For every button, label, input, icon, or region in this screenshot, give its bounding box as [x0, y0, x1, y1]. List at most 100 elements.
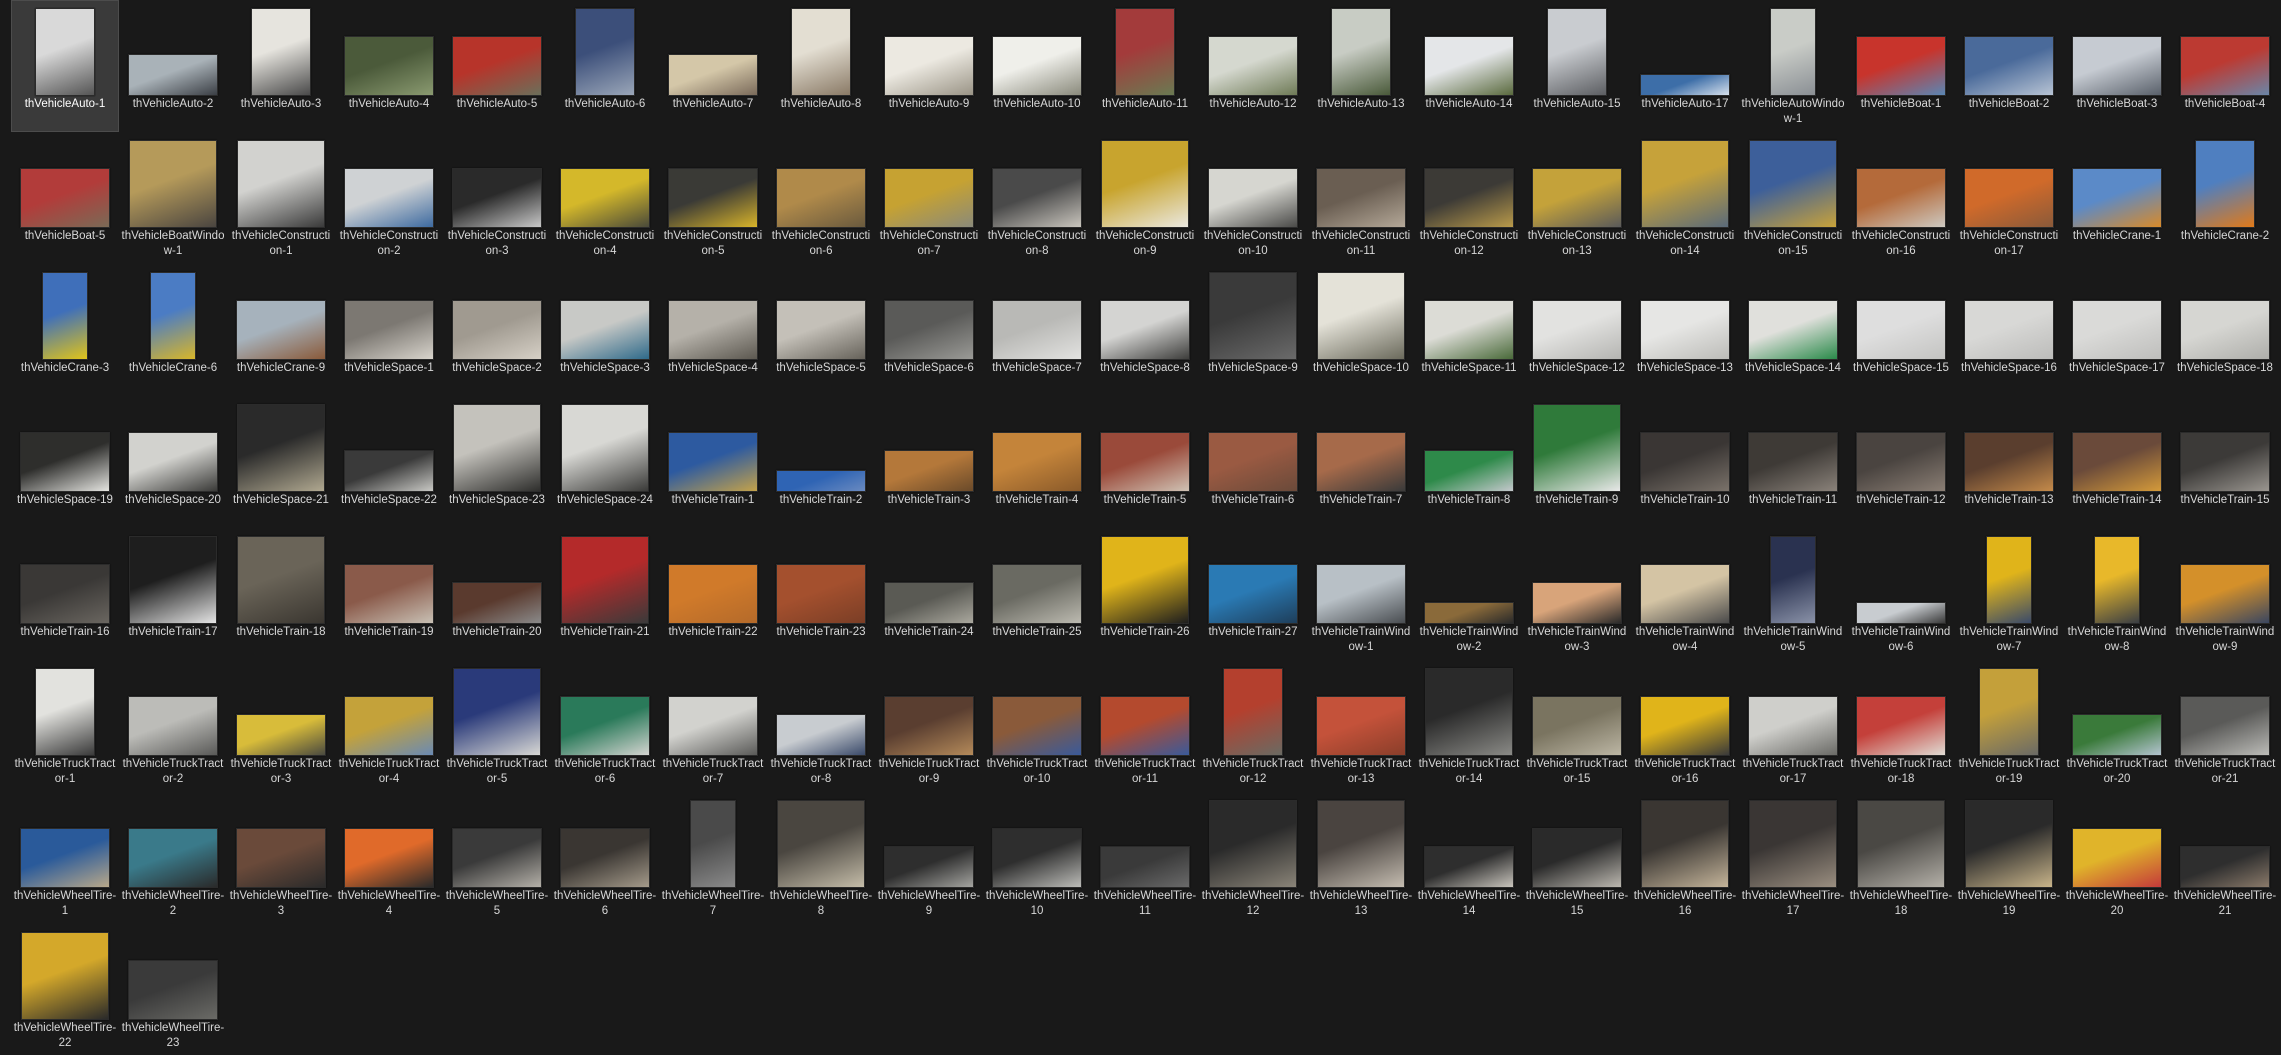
file-item[interactable]: thVehicleTrain-20: [443, 528, 551, 660]
file-item[interactable]: thVehicleAuto-17: [1631, 0, 1739, 132]
file-item[interactable]: thVehicleSpace-15: [1847, 264, 1955, 396]
file-item[interactable]: thVehicleTruckTractor-2: [119, 660, 227, 792]
file-item[interactable]: thVehicleTrain-12: [1847, 396, 1955, 528]
file-item[interactable]: thVehicleTrain-1: [659, 396, 767, 528]
file-item[interactable]: thVehicleAuto-10: [983, 0, 1091, 132]
file-item[interactable]: thVehicleTrain-10: [1631, 396, 1739, 528]
file-item[interactable]: thVehicleTrain-2: [767, 396, 875, 528]
file-item[interactable]: thVehicleSpace-3: [551, 264, 659, 396]
file-item[interactable]: thVehicleTrainWindow-8: [2063, 528, 2171, 660]
file-item[interactable]: thVehicleConstruction-13: [1523, 132, 1631, 264]
file-item[interactable]: thVehicleConstruction-1: [227, 132, 335, 264]
file-item[interactable]: thVehicleWheelTire-9: [875, 792, 983, 924]
file-item[interactable]: thVehicleTruckTractor-6: [551, 660, 659, 792]
file-item[interactable]: thVehicleSpace-22: [335, 396, 443, 528]
file-item[interactable]: thVehicleTrain-15: [2171, 396, 2279, 528]
file-item[interactable]: thVehicleTrain-25: [983, 528, 1091, 660]
file-item[interactable]: thVehicleBoat-3: [2063, 0, 2171, 132]
file-item[interactable]: thVehicleAuto-8: [767, 0, 875, 132]
file-item[interactable]: thVehicleWheelTire-19: [1955, 792, 2063, 924]
file-item[interactable]: thVehicleTrain-16: [11, 528, 119, 660]
file-item[interactable]: thVehicleTrainWindow-3: [1523, 528, 1631, 660]
file-item[interactable]: thVehicleTruckTractor-5: [443, 660, 551, 792]
file-item[interactable]: thVehicleConstruction-2: [335, 132, 443, 264]
file-item[interactable]: thVehicleWheelTire-3: [227, 792, 335, 924]
file-item[interactable]: thVehicleTruckTractor-19: [1955, 660, 2063, 792]
file-item[interactable]: thVehicleConstruction-6: [767, 132, 875, 264]
file-item[interactable]: thVehicleSpace-21: [227, 396, 335, 528]
file-item[interactable]: thVehicleBoat-4: [2171, 0, 2279, 132]
file-item[interactable]: thVehicleConstruction-14: [1631, 132, 1739, 264]
file-item[interactable]: thVehicleTruckTractor-20: [2063, 660, 2171, 792]
file-item[interactable]: thVehicleSpace-6: [875, 264, 983, 396]
file-item[interactable]: thVehicleBoat-1: [1847, 0, 1955, 132]
file-item[interactable]: thVehicleTruckTractor-8: [767, 660, 875, 792]
file-item[interactable]: thVehicleAuto-14: [1415, 0, 1523, 132]
file-item[interactable]: thVehicleTruckTractor-15: [1523, 660, 1631, 792]
file-item[interactable]: thVehicleConstruction-11: [1307, 132, 1415, 264]
file-item[interactable]: thVehicleAuto-12: [1199, 0, 1307, 132]
file-item[interactable]: thVehicleWheelTire-7: [659, 792, 767, 924]
file-item[interactable]: thVehicleTrain-19: [335, 528, 443, 660]
file-item[interactable]: thVehicleAuto-2: [119, 0, 227, 132]
file-item[interactable]: thVehicleAuto-4: [335, 0, 443, 132]
file-item[interactable]: thVehicleWheelTire-11: [1091, 792, 1199, 924]
file-item[interactable]: thVehicleTrain-11: [1739, 396, 1847, 528]
file-item[interactable]: thVehicleTrainWindow-4: [1631, 528, 1739, 660]
file-item[interactable]: thVehicleTrain-27: [1199, 528, 1307, 660]
file-item[interactable]: thVehicleTrain-17: [119, 528, 227, 660]
file-item[interactable]: thVehicleWheelTire-17: [1739, 792, 1847, 924]
file-item[interactable]: thVehicleSpace-14: [1739, 264, 1847, 396]
file-item[interactable]: thVehicleWheelTire-14: [1415, 792, 1523, 924]
file-item[interactable]: thVehicleTrainWindow-7: [1955, 528, 2063, 660]
file-item[interactable]: thVehicleSpace-23: [443, 396, 551, 528]
file-item[interactable]: thVehicleWheelTire-13: [1307, 792, 1415, 924]
file-item[interactable]: thVehicleSpace-7: [983, 264, 1091, 396]
file-item[interactable]: thVehicleWheelTire-18: [1847, 792, 1955, 924]
file-item[interactable]: thVehicleTrain-21: [551, 528, 659, 660]
file-item[interactable]: thVehicleTruckTractor-9: [875, 660, 983, 792]
file-item[interactable]: thVehicleTrain-18: [227, 528, 335, 660]
file-item[interactable]: thVehicleSpace-4: [659, 264, 767, 396]
file-item[interactable]: thVehicleCrane-2: [2171, 132, 2279, 264]
file-item[interactable]: thVehicleAuto-6: [551, 0, 659, 132]
file-item[interactable]: thVehicleConstruction-5: [659, 132, 767, 264]
file-item[interactable]: thVehicleCrane-6: [119, 264, 227, 396]
file-item[interactable]: thVehicleConstruction-9: [1091, 132, 1199, 264]
file-item[interactable]: thVehicleSpace-11: [1415, 264, 1523, 396]
file-item[interactable]: thVehicleTrainWindow-6: [1847, 528, 1955, 660]
file-item[interactable]: thVehicleTrain-14: [2063, 396, 2171, 528]
file-item[interactable]: thVehicleWheelTire-8: [767, 792, 875, 924]
file-item[interactable]: thVehicleConstruction-8: [983, 132, 1091, 264]
file-item[interactable]: thVehicleWheelTire-22: [11, 924, 119, 1055]
file-item[interactable]: thVehicleWheelTire-4: [335, 792, 443, 924]
file-item[interactable]: thVehicleTrain-24: [875, 528, 983, 660]
file-item[interactable]: thVehicleWheelTire-16: [1631, 792, 1739, 924]
file-item[interactable]: thVehicleTrain-6: [1199, 396, 1307, 528]
file-item[interactable]: thVehicleWheelTire-12: [1199, 792, 1307, 924]
file-item[interactable]: thVehicleTruckTractor-12: [1199, 660, 1307, 792]
file-item[interactable]: thVehicleSpace-13: [1631, 264, 1739, 396]
file-item[interactable]: thVehicleConstruction-16: [1847, 132, 1955, 264]
file-item[interactable]: thVehicleAuto-13: [1307, 0, 1415, 132]
file-item[interactable]: thVehicleTruckTractor-11: [1091, 660, 1199, 792]
file-item[interactable]: thVehicleSpace-20: [119, 396, 227, 528]
file-item[interactable]: thVehicleCrane-9: [227, 264, 335, 396]
file-item[interactable]: thVehicleConstruction-12: [1415, 132, 1523, 264]
file-item[interactable]: thVehicleWheelTire-2: [119, 792, 227, 924]
file-item[interactable]: thVehicleSpace-18: [2171, 264, 2279, 396]
file-item[interactable]: thVehicleTruckTractor-1: [11, 660, 119, 792]
file-item[interactable]: thVehicleWheelTire-21: [2171, 792, 2279, 924]
file-item[interactable]: thVehicleTruckTractor-14: [1415, 660, 1523, 792]
file-item[interactable]: thVehicleCrane-1: [2063, 132, 2171, 264]
file-item[interactable]: thVehicleTruckTractor-7: [659, 660, 767, 792]
file-item[interactable]: thVehicleTrain-8: [1415, 396, 1523, 528]
file-item[interactable]: thVehicleSpace-10: [1307, 264, 1415, 396]
file-item[interactable]: thVehicleCrane-3: [11, 264, 119, 396]
file-item[interactable]: thVehicleTrainWindow-9: [2171, 528, 2279, 660]
file-item[interactable]: thVehicleAuto-3: [227, 0, 335, 132]
file-item[interactable]: thVehicleTrain-3: [875, 396, 983, 528]
file-item[interactable]: thVehicleConstruction-4: [551, 132, 659, 264]
file-item[interactable]: thVehicleAuto-7: [659, 0, 767, 132]
file-item[interactable]: thVehicleTruckTractor-10: [983, 660, 1091, 792]
